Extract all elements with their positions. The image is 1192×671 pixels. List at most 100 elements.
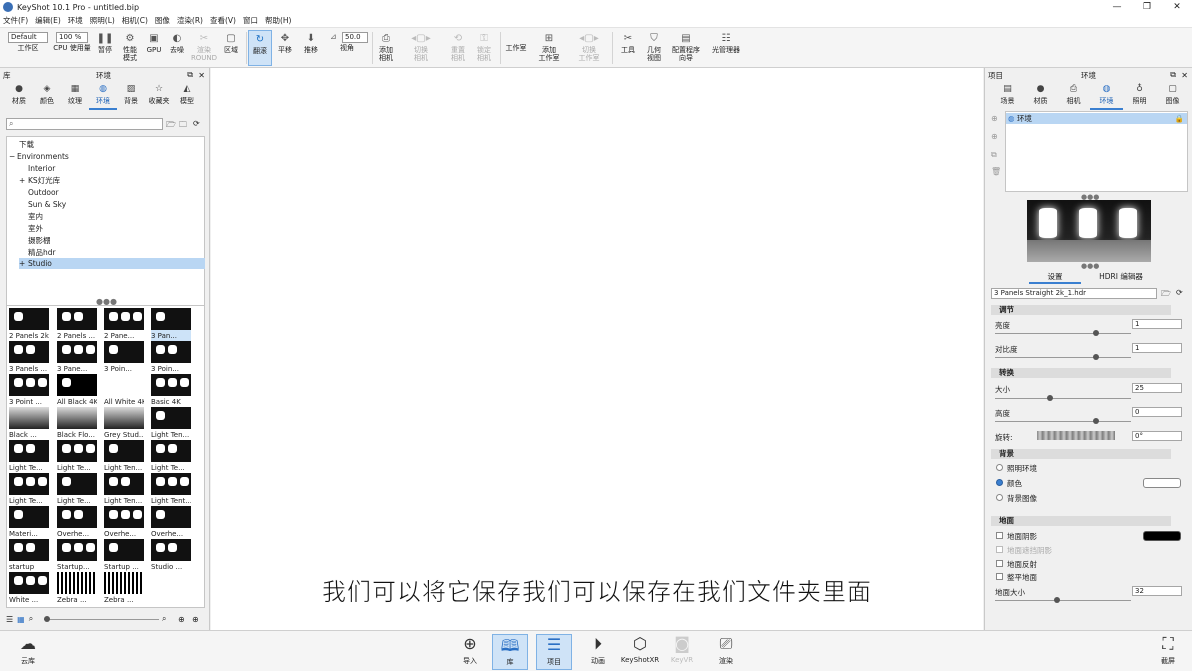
undock-icon[interactable]: ⧉ [187,70,193,80]
splitter-handle[interactable]: ●●● [1081,262,1099,270]
tab-models[interactable]: ◭ 模型 [173,84,201,110]
refresh-icon[interactable]: ⟳ [193,119,200,128]
environment-thumbnail[interactable]: Light Te... [9,440,49,473]
ground-shadow-color-swatch[interactable] [1143,531,1181,541]
environment-thumbnail[interactable]: Light Ten... [104,440,144,473]
environment-thumbnail[interactable]: Light Te... [57,473,97,506]
section-background[interactable]: 背景 [991,449,1171,459]
menu-environment[interactable]: 环境 [68,15,83,26]
size-slider[interactable] [995,395,1131,401]
zoom-out-icon[interactable]: ⌕ [29,614,33,624]
copy-environment-icon[interactable]: ⧉ [991,150,997,160]
environment-thumbnail[interactable]: Overhe... [151,506,191,539]
tree-item-sun-sky[interactable]: Sun & Sky [28,199,66,210]
contrast-slider[interactable] [995,354,1131,360]
tree-item-environments[interactable]: − Environments [9,151,69,162]
rotation-dial[interactable] [1037,431,1115,440]
render-button[interactable]: ⎚ 渲染 [708,634,744,670]
tab-textures[interactable]: ▦ 纹理 [61,84,89,110]
height-input[interactable]: 0 [1132,407,1182,417]
ground-occlusion-checkbox[interactable] [996,546,1003,553]
add-camera-button[interactable]: ⎙ 添加 相机 [374,30,398,66]
environment-thumbnail[interactable]: Light Ten... [104,473,144,506]
ground-size-slider[interactable] [995,597,1131,603]
tree-item-interior[interactable]: Interior [28,163,55,174]
folder-icon[interactable]: 🗁 [166,119,176,133]
subtab-hdri-editor[interactable]: HDRI 编辑器 [1091,271,1151,282]
folder-icon[interactable]: 🗁 [1161,288,1171,302]
environment-thumbnail[interactable]: All White 4K [104,374,144,407]
refresh-icon[interactable]: ⟳ [1176,288,1183,297]
tree-item-outdoor-cn[interactable]: 室外 [28,223,43,234]
background-lighting-env-radio[interactable] [996,464,1003,471]
contrast-input[interactable]: 1 [1132,343,1182,353]
close-panel-icon[interactable]: ✕ [198,71,205,80]
zoom-in-icon[interactable]: ⌕ [162,614,166,624]
ground-reflection-checkbox[interactable] [996,560,1003,567]
tab-favorites[interactable]: ☆ 收藏夹 [145,84,173,110]
tab-environments[interactable]: ◍ 环境 [89,84,117,110]
tab-camera[interactable]: ⎙ 相机 [1057,84,1090,110]
environment-thumbnail[interactable]: Overhe... [104,506,144,539]
menu-render[interactable]: 渲染(R) [177,15,203,26]
tools-button[interactable]: ✂ 工具 [616,30,640,66]
dolly-button[interactable]: ⬇ 推移 [300,30,322,66]
environment-thumbnail[interactable]: Light Te... [9,473,49,506]
section-transform[interactable]: 转换 [991,368,1171,378]
lock-icon[interactable]: 🔒 [1175,113,1184,124]
close-button[interactable]: ✕ [1162,0,1192,14]
environment-thumbnail[interactable]: 2 Panels 2k [9,308,49,341]
thumbnail-size-slider[interactable] [44,616,159,622]
tab-colors[interactable]: ◈ 颜色 [33,84,61,110]
tree-item-indoor[interactable]: 室内 [28,211,43,222]
add-folder-icon[interactable]: 🗀 [179,119,187,133]
maximize-button[interactable]: ❐ [1132,0,1162,14]
tree-item-photo-studio[interactable]: 摄影棚 [28,235,51,246]
environment-thumbnail[interactable]: Light Te... [57,440,97,473]
background-image-radio[interactable] [996,494,1003,501]
environment-thumbnail[interactable]: Studio ... [151,539,191,572]
background-color-radio[interactable] [996,479,1003,486]
add-environment-icon[interactable]: ⊕ [991,114,998,123]
menu-camera[interactable]: 相机(C) [122,15,148,26]
render-round-button[interactable]: ✂ 渲染 ROUND [191,30,217,66]
reset-camera-button[interactable]: ⟲ 重置 相机 [446,30,470,66]
environment-thumbnail[interactable]: 3 Panels ... [9,341,49,374]
geometry-view-button[interactable]: ⛉ 几何 视图 [642,30,666,66]
brightness-input[interactable]: 1 [1132,319,1182,329]
switch-camera-button[interactable]: ◂▢▸ 切换 相机 [406,30,436,66]
list-view-icon[interactable]: ☰ [6,615,13,624]
ground-size-input[interactable]: 32 [1132,586,1182,596]
pan-button[interactable]: ✥ 平移 [274,30,296,66]
download-icon[interactable]: ⊕ [192,615,199,624]
add-studio-button[interactable]: ⊞ 添加 工作室 [534,30,564,66]
environment-thumbnail[interactable]: 2 Pane... [104,308,144,341]
menu-image[interactable]: 图像 [155,15,170,26]
library-button[interactable]: 🕮 库 [492,634,528,670]
ground-shadow-checkbox[interactable] [996,532,1003,539]
screenshot-button[interactable]: ⛶ 截屏 [1150,634,1186,670]
performance-mode-button[interactable]: ⚙ 性能 模式 [118,30,142,66]
menu-file[interactable]: 文件(F) [3,15,28,26]
denoise-button[interactable]: ◐ 去噪 [166,30,188,66]
keyshotxr-button[interactable]: ⬡ KeyShotXR [621,634,659,670]
environment-thumbnail[interactable]: Light Te... [151,440,191,473]
render-viewport[interactable]: 我们可以将它保存我们可以保存在我们文件夹里面 [211,68,983,630]
project-button[interactable]: ☰ 项目 [536,634,572,670]
section-adjust[interactable]: 调节 [991,305,1171,315]
environment-thumbnail[interactable]: Overhe... [57,506,97,539]
import-button[interactable]: ⊕ 导入 [452,634,488,670]
environment-thumbnail[interactable]: Black ... [9,407,49,440]
environment-thumbnail[interactable]: Light Ten... [151,407,191,440]
environment-thumbnail[interactable]: Black Flo... [57,407,97,440]
tree-item-ks-lights[interactable]: + KS灯光库 [19,175,60,186]
switch-studio-button[interactable]: ◂▢▸ 切换 工作室 [572,30,606,66]
height-slider[interactable] [995,418,1131,424]
light-manager-button[interactable]: ☷ 光管理器 [708,30,744,66]
tab-material[interactable]: ● 材质 [1024,84,1057,110]
cloud-library-button[interactable]: ☁ 云库 [10,634,46,670]
undock-icon[interactable]: ⧉ [1170,70,1176,80]
tab-environment[interactable]: ◍ 环境 [1090,84,1123,110]
environment-thumbnail[interactable]: 3 Pan... [151,308,191,341]
environment-thumbnail[interactable]: 3 Poin... [151,341,191,374]
